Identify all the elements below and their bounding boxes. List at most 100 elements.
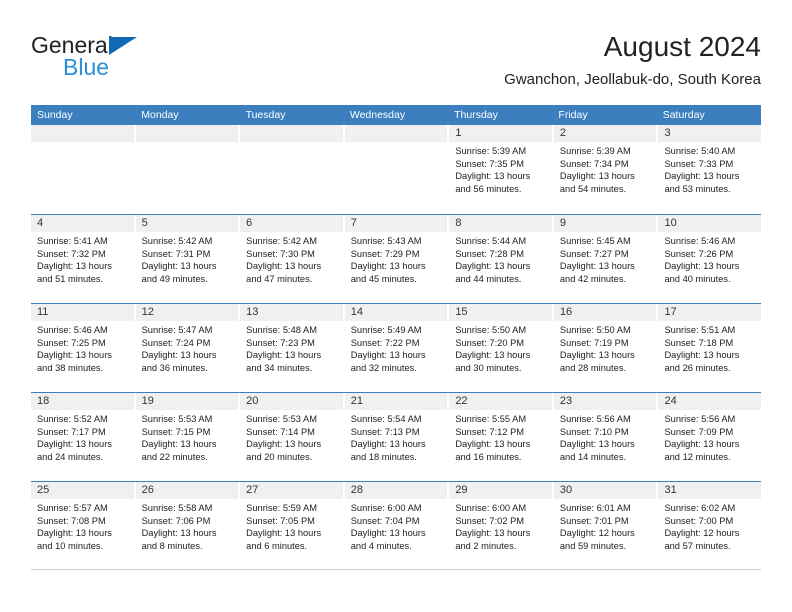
day-details: Sunrise: 5:40 AM Sunset: 7:33 PM Daylight:… (658, 142, 761, 195)
day-cell[interactable]: 27 Sunrise: 5:59 AM Sunset: 7:05 PM Dayligh… (240, 482, 345, 569)
day-cell[interactable]: 18 Sunrise: 5:52 AM Sunset: 7:17 PM Dayligh… (31, 393, 136, 481)
daylight-duration-line2: and 36 minutes. (141, 362, 208, 373)
day-cell[interactable]: 26 Sunrise: 5:58 AM Sunset: 7:06 PM Dayligh… (135, 482, 241, 569)
daylight-duration-line2: and 26 minutes. (664, 362, 731, 373)
day-cell[interactable]: 8 Sunrise: 5:44 AM Sunset: 7:28 PM Daylight… (449, 215, 554, 303)
day-cell[interactable]: 9 Sunrise: 5:45 AM Sunset: 7:27 PM Daylight… (553, 215, 659, 303)
day-number: 11 (31, 304, 134, 321)
day-details: Sunrise: 6:01 AM Sunset: 7:01 PM Daylight:… (554, 499, 657, 552)
day-details: Sunrise: 6:00 AM Sunset: 7:04 PM Daylight:… (345, 499, 448, 552)
sunset-time: Sunset: 7:19 PM (559, 337, 629, 348)
sunset-time: Sunset: 7:34 PM (559, 158, 629, 169)
day-details: Sunrise: 5:42 AM Sunset: 7:30 PM Daylight:… (240, 232, 343, 285)
sunset-time: Sunset: 7:25 PM (37, 337, 106, 348)
day-cell[interactable]: 4 Sunrise: 5:41 AM Sunset: 7:32 PM Daylight… (31, 215, 136, 303)
day-cell[interactable]: 29 Sunrise: 6:00 AM Sunset: 7:02 PM Dayligh… (449, 482, 554, 569)
day-details: Sunrise: 5:49 AM Sunset: 7:22 PM Daylight:… (345, 321, 448, 374)
daylight-duration-line2: and 28 minutes. (559, 362, 627, 373)
day-details: Sunrise: 6:00 AM Sunset: 7:02 PM Daylight:… (449, 499, 552, 552)
sunrise-time: Sunrise: 5:55 AM (455, 414, 527, 424)
day-cell[interactable]: 28 Sunrise: 6:00 AM Sunset: 7:04 PM Dayligh… (344, 482, 450, 569)
day-cell[interactable]: 19 Sunrise: 5:53 AM Sunset: 7:15 PM Dayligh… (135, 393, 241, 481)
day-number (31, 125, 134, 142)
weekday-header-saturday: Saturday (662, 109, 705, 121)
day-number: 5 (135, 215, 239, 232)
sunset-time: Sunset: 7:29 PM (350, 248, 420, 259)
day-details: Sunrise: 5:44 AM Sunset: 7:28 PM Daylight:… (449, 232, 552, 285)
day-number (344, 125, 448, 142)
sunset-time: Sunset: 7:06 PM (141, 515, 211, 526)
day-number: 14 (344, 304, 448, 321)
day-cell[interactable]: 16 Sunrise: 5:50 AM Sunset: 7:19 PM Dayligh… (553, 304, 659, 392)
daylight-duration-line1: Daylight: 13 hours (246, 261, 322, 272)
day-cell[interactable]: 2 Sunrise: 5:39 AM Sunset: 7:34 PM Daylight… (553, 125, 659, 214)
day-number: 4 (31, 215, 134, 232)
day-cell[interactable]: 21 Sunrise: 5:54 AM Sunset: 7:13 PM Dayligh… (344, 393, 450, 481)
brand-logo[interactable]: General Blue (31, 30, 271, 92)
sunset-time: Sunset: 7:09 PM (664, 426, 734, 437)
daylight-duration-line1: Daylight: 13 hours (37, 350, 112, 361)
day-cell[interactable]: 24 Sunrise: 5:56 AM Sunset: 7:09 PM Dayligh… (658, 393, 762, 481)
day-cell[interactable]: 3 Sunrise: 5:40 AM Sunset: 7:33 PM Daylight… (658, 125, 762, 214)
day-details: Sunrise: 5:50 AM Sunset: 7:19 PM Daylight:… (554, 321, 657, 374)
day-cell[interactable]: 31 Sunrise: 6:02 AM Sunset: 7:00 PM Dayligh… (658, 482, 762, 569)
daylight-duration-line1: Daylight: 12 hours (664, 528, 740, 539)
day-cell-empty (344, 125, 450, 214)
daylight-duration-line1: Daylight: 13 hours (246, 439, 322, 450)
daylight-duration-line2: and 2 minutes. (455, 540, 517, 551)
day-cell[interactable]: 10 Sunrise: 5:46 AM Sunset: 7:26 PM Dayligh… (658, 215, 762, 303)
sunrise-time: Sunrise: 5:39 AM (559, 146, 631, 156)
sunrise-time: Sunrise: 5:58 AM (141, 503, 213, 513)
day-details: Sunrise: 5:43 AM Sunset: 7:29 PM Daylight:… (345, 232, 448, 285)
daylight-duration-line2: and 54 minutes. (559, 183, 627, 194)
daylight-duration-line1: Daylight: 13 hours (37, 528, 112, 539)
daylight-duration-line2: and 51 minutes. (37, 273, 104, 284)
weekday-header-tuesday: Tuesday (245, 109, 286, 121)
day-cell[interactable]: 12 Sunrise: 5:47 AM Sunset: 7:24 PM Dayligh… (135, 304, 241, 392)
daylight-duration-line2: and 6 minutes. (246, 540, 308, 551)
sunset-time: Sunset: 7:22 PM (350, 337, 420, 348)
sunset-time: Sunset: 7:12 PM (455, 426, 525, 437)
day-cell[interactable]: 6 Sunrise: 5:42 AM Sunset: 7:30 PM Daylight… (240, 215, 345, 303)
daylight-duration-line2: and 56 minutes. (455, 183, 522, 194)
day-cell[interactable]: 20 Sunrise: 5:53 AM Sunset: 7:14 PM Dayligh… (240, 393, 345, 481)
daylight-duration-line2: and 10 minutes. (37, 540, 104, 551)
day-details: Sunrise: 5:39 AM Sunset: 7:34 PM Daylight:… (554, 142, 657, 195)
day-cell[interactable]: 5 Sunrise: 5:42 AM Sunset: 7:31 PM Daylight… (135, 215, 241, 303)
day-details: Sunrise: 5:51 AM Sunset: 7:18 PM Daylight:… (658, 321, 761, 374)
triangle-icon (109, 37, 137, 55)
sunset-time: Sunset: 7:05 PM (246, 515, 315, 526)
sunset-time: Sunset: 7:14 PM (246, 426, 315, 437)
daylight-duration-line2: and 16 minutes. (455, 451, 522, 462)
day-cell[interactable]: 14 Sunrise: 5:49 AM Sunset: 7:22 PM Dayligh… (344, 304, 450, 392)
day-number: 17 (658, 304, 762, 321)
daylight-duration-line2: and 22 minutes. (141, 451, 208, 462)
day-details: Sunrise: 5:57 AM Sunset: 7:08 PM Daylight:… (31, 499, 134, 552)
daylight-duration-line2: and 57 minutes. (664, 540, 731, 551)
daylight-duration-line2: and 44 minutes. (455, 273, 522, 284)
day-cell[interactable]: 22 Sunrise: 5:55 AM Sunset: 7:12 PM Dayligh… (449, 393, 554, 481)
day-number: 20 (240, 393, 343, 410)
day-details: Sunrise: 5:39 AM Sunset: 7:35 PM Daylight:… (449, 142, 552, 195)
daylight-duration-line2: and 34 minutes. (246, 362, 313, 373)
day-cell[interactable]: 17 Sunrise: 5:51 AM Sunset: 7:18 PM Dayligh… (658, 304, 762, 392)
sunrise-time: Sunrise: 5:51 AM (664, 325, 736, 335)
day-cell[interactable]: 7 Sunrise: 5:43 AM Sunset: 7:29 PM Daylight… (344, 215, 450, 303)
sunset-time: Sunset: 7:13 PM (350, 426, 420, 437)
day-number: 6 (240, 215, 343, 232)
sunrise-time: Sunrise: 6:01 AM (559, 503, 631, 513)
day-number: 1 (449, 125, 552, 142)
day-cell[interactable]: 11 Sunrise: 5:46 AM Sunset: 7:25 PM Dayligh… (31, 304, 136, 392)
day-cell[interactable]: 23 Sunrise: 5:56 AM Sunset: 7:10 PM Dayligh… (553, 393, 659, 481)
daylight-duration-line1: Daylight: 13 hours (559, 261, 635, 272)
day-details: Sunrise: 5:46 AM Sunset: 7:25 PM Daylight:… (31, 321, 134, 374)
page-title: August 2024 (603, 31, 761, 62)
sunrise-time: Sunrise: 6:00 AM (455, 503, 527, 513)
day-cell[interactable]: 25 Sunrise: 5:57 AM Sunset: 7:08 PM Dayligh… (31, 482, 136, 569)
day-cell[interactable]: 30 Sunrise: 6:01 AM Sunset: 7:01 PM Dayligh… (553, 482, 659, 569)
day-cell[interactable]: 15 Sunrise: 5:50 AM Sunset: 7:20 PM Dayligh… (449, 304, 554, 392)
sunrise-time: Sunrise: 5:46 AM (664, 236, 736, 246)
day-number: 23 (553, 393, 657, 410)
day-cell[interactable]: 1 Sunrise: 5:39 AM Sunset: 7:35 PM Daylight… (449, 125, 554, 214)
day-cell[interactable]: 13 Sunrise: 5:48 AM Sunset: 7:23 PM Dayligh… (240, 304, 345, 392)
